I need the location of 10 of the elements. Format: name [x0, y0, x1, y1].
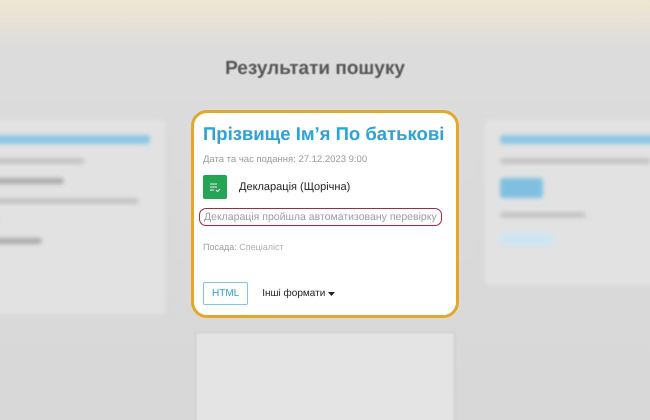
- formats-dropdown[interactable]: Інші формати: [262, 288, 336, 299]
- position-text: Посада: Спеціаліст: [203, 242, 285, 252]
- page-heading: Результати пошуку: [225, 58, 405, 80]
- caret-icon: [328, 292, 336, 296]
- verification-status: Декларація пройшла автоматизовану перевірку: [199, 208, 442, 226]
- submission-date: Дата та час подання: 27.12.2023 9:00: [203, 154, 368, 165]
- document-type: Декларація (Щорічна): [239, 181, 350, 193]
- checklist-icon: [203, 175, 227, 199]
- html-button[interactable]: HTML: [203, 282, 248, 305]
- card-title[interactable]: Прізвище Ім’я По батькові: [203, 123, 447, 145]
